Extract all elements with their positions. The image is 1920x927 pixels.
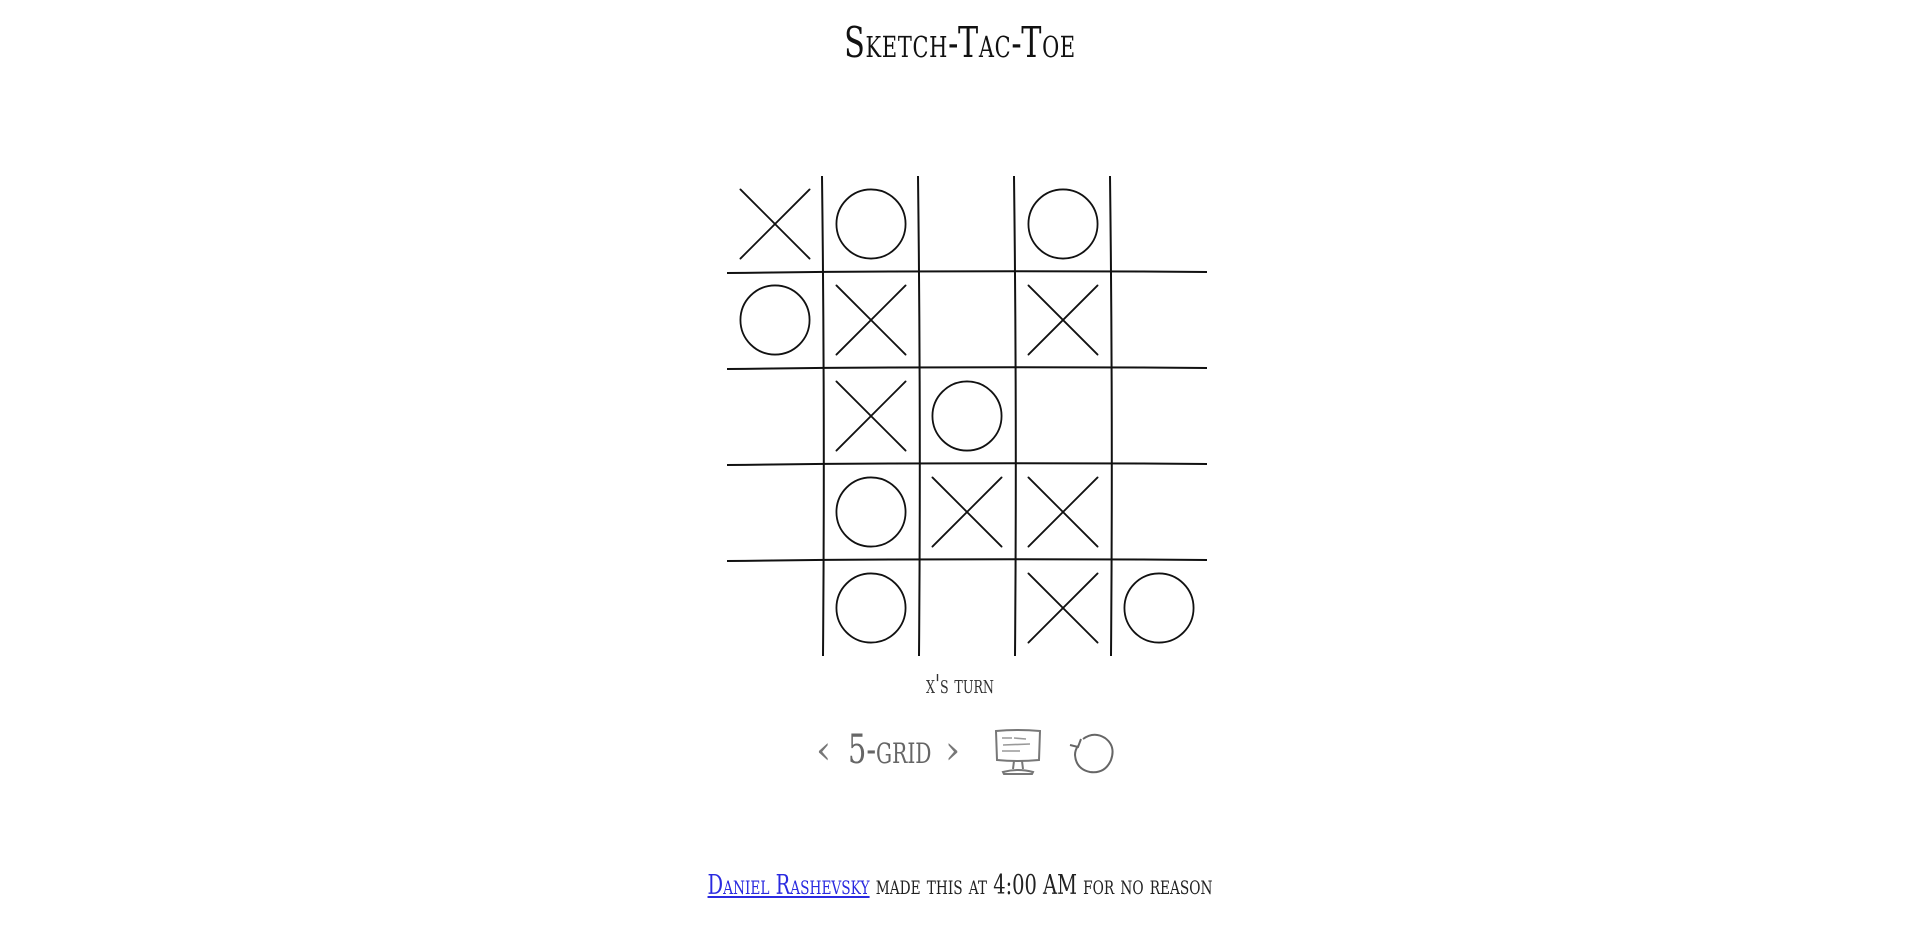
cell-hit-area[interactable] [727,368,823,464]
board-cell[interactable] [823,464,919,560]
board-cell[interactable] [1111,272,1207,368]
cell-hit-area[interactable] [1015,368,1111,464]
board-cell[interactable] [823,368,919,464]
board-cell[interactable] [919,464,1015,560]
board-cell[interactable] [919,560,1015,656]
turn-status: x's turn [926,670,994,700]
board-cell[interactable] [823,272,919,368]
footer: Daniel Rashevsky made this at 4:00 AM fo… [269,870,1651,901]
game-board [727,176,1207,656]
board-cell[interactable] [823,560,919,656]
cell-hit-area[interactable] [823,560,919,656]
cell-hit-area[interactable] [1111,272,1207,368]
prev-grid-button[interactable]: ‹ [816,722,831,778]
board-cell[interactable] [1015,176,1111,272]
board-canvas [727,176,1207,656]
cell-hit-area[interactable] [823,176,919,272]
board-cell[interactable] [1015,272,1111,368]
computer-icon [994,729,1042,775]
grid-size-label: 5-grid [848,727,932,773]
board-cell[interactable] [1111,464,1207,560]
cell-hit-area[interactable] [1015,176,1111,272]
cell-hit-area[interactable] [1111,464,1207,560]
controls-bar: ‹ 5-grid › [0,722,1920,782]
cell-hit-area[interactable] [1111,368,1207,464]
board-cell[interactable] [1015,560,1111,656]
board-cell[interactable] [1015,464,1111,560]
board-cell[interactable] [727,176,823,272]
board-cell[interactable] [727,368,823,464]
cell-hit-area[interactable] [919,272,1015,368]
cell-hit-area[interactable] [1111,560,1207,656]
board-cell[interactable] [1111,560,1207,656]
board-cell[interactable] [919,368,1015,464]
footer-text: made this at 4:00 AM for no reason [875,870,1213,901]
board-cell[interactable] [823,176,919,272]
board-cell[interactable] [727,560,823,656]
restart-button[interactable] [1066,726,1122,782]
author-link[interactable]: Daniel Rashevsky [708,870,870,901]
page-title: Sketch-Tac-Toe [844,18,1076,67]
cell-hit-area[interactable] [1111,176,1207,272]
cell-hit-area[interactable] [727,272,823,368]
board-cell[interactable] [1111,176,1207,272]
board-cell[interactable] [727,272,823,368]
board-cell[interactable] [1111,368,1207,464]
board-cell[interactable] [1015,368,1111,464]
next-grid-button[interactable]: › [945,722,960,778]
board-cell[interactable] [919,272,1015,368]
cell-hit-area[interactable] [919,560,1015,656]
cell-hit-area[interactable] [727,464,823,560]
cell-hit-area[interactable] [919,176,1015,272]
cell-hit-area[interactable] [823,464,919,560]
restart-icon [1069,733,1114,774]
board-cell[interactable] [919,176,1015,272]
computer-opponent-button[interactable] [990,724,1046,780]
cell-hit-area[interactable] [919,368,1015,464]
board-cell[interactable] [727,464,823,560]
cell-hit-area[interactable] [727,560,823,656]
